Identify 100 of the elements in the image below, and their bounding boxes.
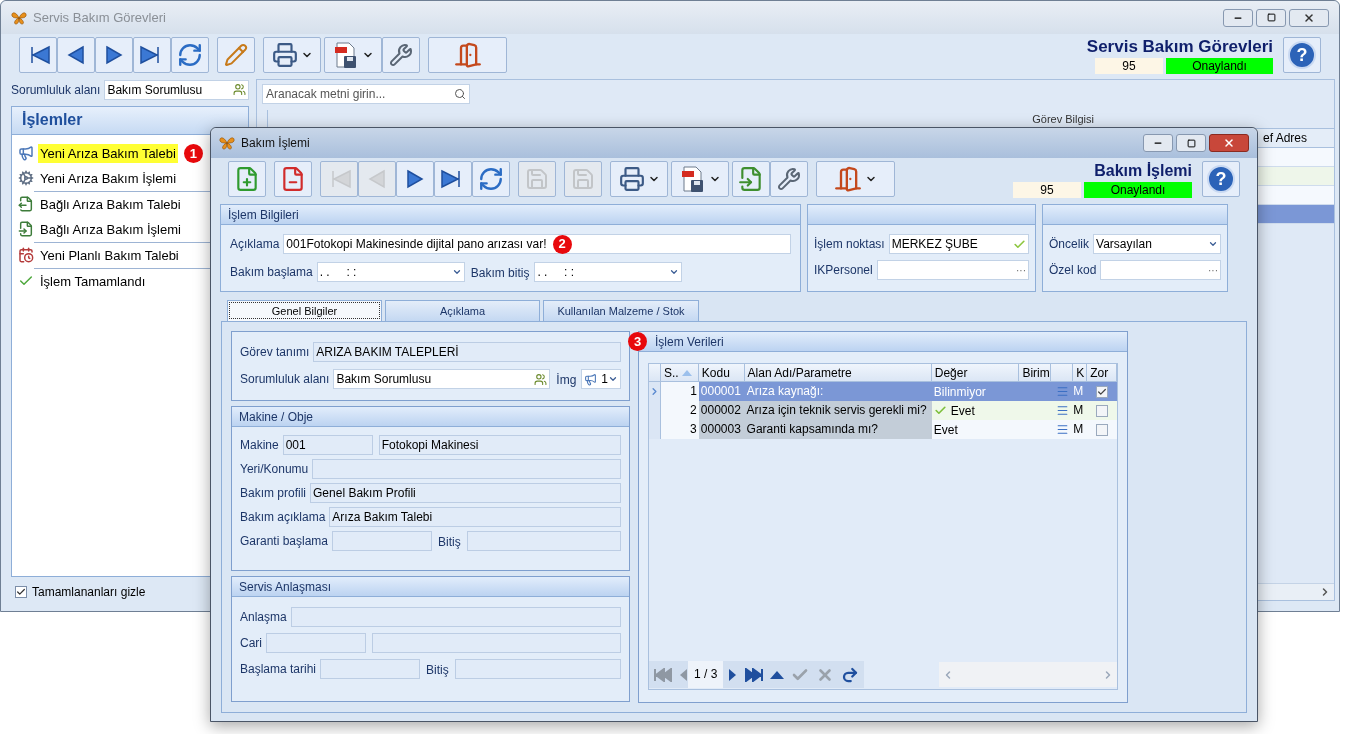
pager-text: 1 / 3: [688, 661, 724, 688]
description-field[interactable]: 001Fotokopi Makinesinde dijital pano arızası var! 2: [283, 234, 791, 254]
tools-button[interactable]: [382, 37, 420, 73]
readonly-field[interactable]: [372, 633, 621, 653]
print-button[interactable]: [263, 37, 321, 73]
operation-item[interactable]: Bağlı Arıza Bakım İşlemi: [38, 219, 183, 240]
print-button[interactable]: [610, 161, 668, 197]
field-label: İmg: [556, 373, 577, 387]
printer-icon: [271, 42, 298, 68]
readonly-field[interactable]: [332, 531, 433, 551]
tools-button[interactable]: [770, 161, 808, 197]
refresh-button[interactable]: [472, 161, 510, 197]
image-dropdown[interactable]: 1: [581, 369, 621, 389]
readonly-field[interactable]: Fotokopi Makinesi: [378, 435, 621, 455]
search-field[interactable]: Aranacak metni girin...: [262, 84, 470, 104]
checkbox[interactable]: [15, 586, 27, 598]
column-header[interactable]: Zor: [1087, 364, 1117, 381]
check-icon: [1097, 386, 1108, 397]
exit-button[interactable]: [428, 37, 507, 73]
operation-item[interactable]: Bağlı Arıza Bakım Talebi: [38, 194, 183, 215]
redo-icon: [841, 665, 860, 684]
field-label: Öncelik: [1049, 236, 1090, 253]
readonly-field[interactable]: [454, 659, 621, 679]
checkbox[interactable]: [1096, 423, 1109, 436]
delete-button[interactable]: [274, 161, 312, 197]
operation-item[interactable]: Yeni Arıza Bakım İşlemi: [38, 168, 179, 189]
tab[interactable]: Kullanılan Malzeme / Stok: [543, 300, 699, 321]
new-button[interactable]: [228, 161, 266, 197]
column-header[interactable]: Kodu: [698, 364, 745, 381]
column-header[interactable]: K: [1073, 364, 1088, 381]
pdf-button[interactable]: [671, 161, 729, 197]
next-button[interactable]: [95, 37, 133, 73]
readonly-field[interactable]: [320, 659, 421, 679]
minimize-button[interactable]: [1223, 8, 1253, 27]
grid-row[interactable]: 3 000003 Garanti kapsamında mı? Evet M: [649, 420, 1117, 439]
window-title: Servis Bakım Görevleri: [33, 8, 166, 27]
text-field[interactable]: MERKEZ ŞUBE: [888, 234, 1029, 254]
column-header[interactable]: Birim: [1019, 364, 1052, 381]
close-button[interactable]: [1289, 8, 1329, 27]
ellipsis-button[interactable]: ···: [1016, 262, 1026, 278]
help-button[interactable]: ?: [1283, 37, 1321, 73]
readonly-field[interactable]: [312, 459, 621, 479]
next-button[interactable]: [396, 161, 434, 197]
edit-button[interactable]: [217, 37, 255, 73]
date-field[interactable]: . . : :: [534, 262, 683, 282]
readonly-field[interactable]: [466, 531, 621, 551]
date-field[interactable]: . . : :: [316, 262, 465, 282]
operation-item[interactable]: Yeni Planlı Bakım Talebi: [38, 245, 181, 266]
pdf-button[interactable]: [324, 37, 382, 73]
table-cell-text: M: [1073, 421, 1085, 438]
pdf-save-icon: [332, 41, 359, 69]
last-button[interactable]: [133, 37, 171, 73]
operation-item[interactable]: Yeni Arıza Bakım Talebi: [38, 143, 178, 164]
prev-button[interactable]: [57, 37, 95, 73]
column-header[interactable]: Alan Adı/Parametre: [744, 364, 932, 381]
column-header[interactable]: Değer: [931, 364, 1020, 381]
search-icon: [454, 88, 466, 100]
close-button[interactable]: [1209, 134, 1249, 152]
field-label: Başlama tarihi: [240, 661, 318, 678]
grid-row[interactable]: 1 000001 Arıza kaynağı: Bilinmiyor M: [649, 382, 1117, 401]
minimize-button[interactable]: [1143, 134, 1173, 152]
help-button[interactable]: ?: [1202, 161, 1240, 197]
import-button[interactable]: [732, 161, 770, 197]
wrench-icon: [389, 43, 413, 67]
exit-button[interactable]: [816, 161, 895, 197]
group-title: Makine / Obje: [238, 408, 314, 426]
checkbox[interactable]: [1096, 404, 1109, 417]
table-cell-text: Bilinmiyor: [932, 383, 987, 401]
table-cell-text: M: [1073, 383, 1085, 400]
readonly-field[interactable]: 001: [282, 435, 373, 455]
text-field[interactable]: ···: [1100, 260, 1221, 280]
field-label: Özel kod: [1049, 262, 1098, 279]
responsibility-field[interactable]: Bakım Sorumlusu: [104, 79, 249, 100]
dropdown-caret-icon: [669, 267, 680, 277]
operation-item[interactable]: İşlem Tamamlandı: [38, 271, 148, 292]
readonly-field[interactable]: [290, 607, 621, 627]
readonly-field[interactable]: [266, 633, 366, 653]
grid-row[interactable]: 2 000002 Arıza için teknik servis gerekli mi? Evet M: [649, 401, 1117, 420]
exit-door-icon: [453, 41, 482, 69]
first-button[interactable]: [19, 37, 57, 73]
readonly-field[interactable]: Arıza Bakım Talebi: [329, 507, 621, 527]
column-header[interactable]: S..: [660, 364, 699, 381]
calendar-icon: [18, 247, 34, 264]
maximize-button[interactable]: [1176, 134, 1206, 152]
ellipsis-button[interactable]: ···: [1208, 262, 1218, 278]
checkbox[interactable]: [1096, 385, 1109, 398]
tab[interactable]: Açıklama: [385, 300, 540, 321]
row-indicator[interactable]: [649, 382, 661, 401]
text-field[interactable]: ···: [876, 260, 1029, 280]
horizontal-scrollbar[interactable]: [939, 662, 1117, 687]
readonly-field[interactable]: ARIZA BAKIM TALEPLERİ: [313, 342, 621, 362]
maximize-button[interactable]: [1256, 8, 1286, 27]
responsibility-field[interactable]: Bakım Sorumlusu: [333, 369, 551, 389]
refresh-button[interactable]: [171, 37, 209, 73]
tab[interactable]: Genel Bilgiler: [227, 300, 382, 321]
megaphone-icon: [18, 145, 34, 162]
readonly-field[interactable]: Genel Bakım Profili: [310, 483, 621, 503]
last-button[interactable]: [434, 161, 472, 197]
table-cell-text: Evet: [932, 421, 959, 439]
dropdown-field[interactable]: Varsayılan: [1093, 234, 1221, 254]
